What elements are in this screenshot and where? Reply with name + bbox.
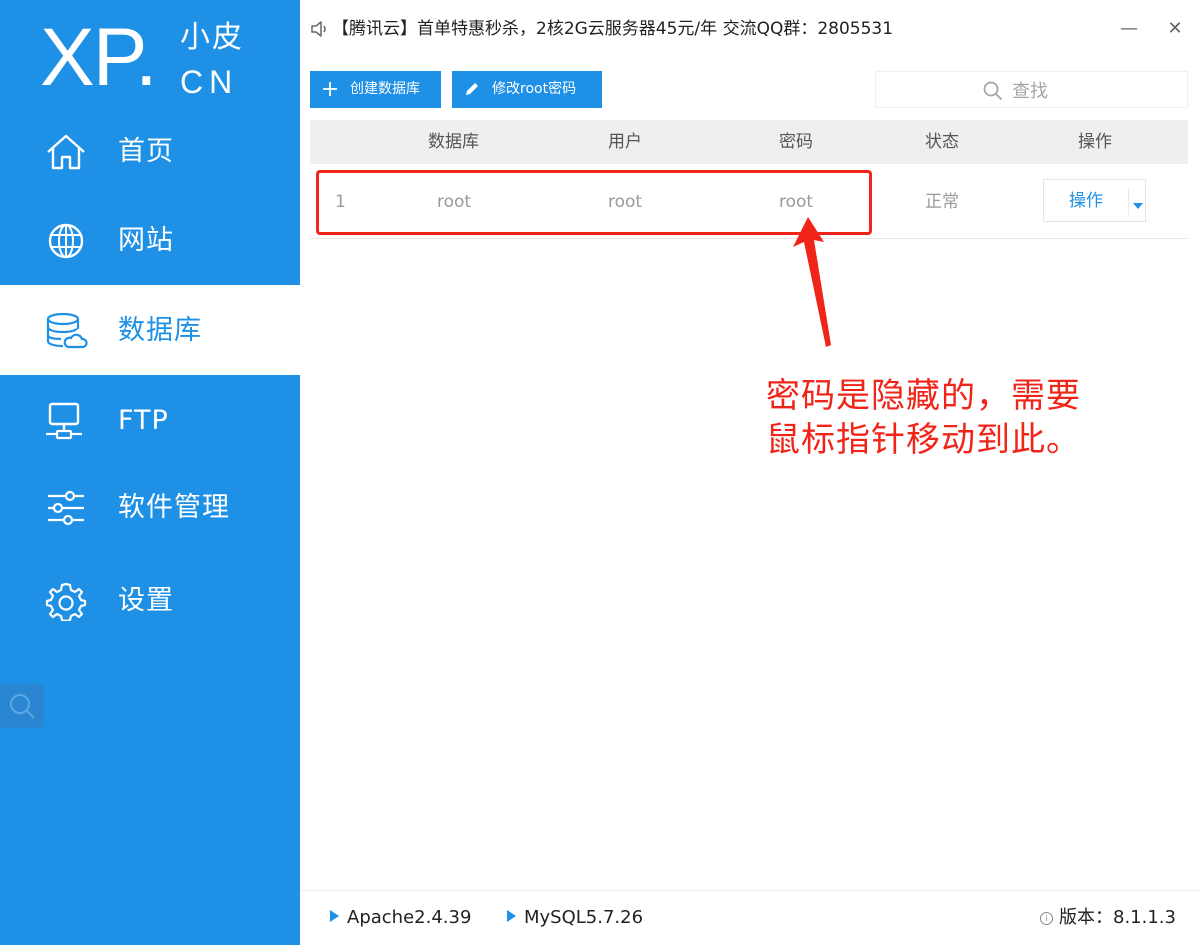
- play-icon: [330, 910, 339, 922]
- table-header: 数据库 用户 密码 状态 操作: [310, 120, 1188, 164]
- sidebar-item-software[interactable]: 软件管理: [0, 462, 300, 552]
- apache-version: Apache2.4.39: [347, 907, 472, 928]
- annotation-note: 密码是隐藏的，需要 鼠标指针移动到此。: [766, 374, 1126, 462]
- sidebar-item-label: 设置: [118, 585, 174, 616]
- mysql-version: MySQL5.7.26: [524, 907, 644, 928]
- status-bar: Apache2.4.39 MySQL5.7.26 i 版本：8.1.1.3: [300, 890, 1200, 946]
- action-divider: [1128, 188, 1129, 215]
- pencil-icon: [466, 83, 478, 95]
- row-action-label: 操作: [1069, 191, 1103, 211]
- minimize-button[interactable]: —: [1116, 16, 1142, 42]
- gear-icon: [45, 582, 87, 621]
- sidebar-search-button[interactable]: [0, 684, 44, 728]
- search-icon: [10, 694, 35, 719]
- plus-icon: [323, 82, 337, 96]
- sidebar-item-label: 首页: [118, 136, 174, 167]
- sidebar: XP. 小皮 CN 首页 网站 数据库 FTP 软件管理 设置: [0, 0, 300, 945]
- sidebar-item-label: 数据库: [118, 315, 202, 346]
- info-icon: i: [1040, 912, 1053, 925]
- app-version: i 版本：8.1.1.3: [1040, 905, 1176, 931]
- sidebar-item-websites[interactable]: 网站: [0, 195, 300, 285]
- sidebar-item-label: 网站: [118, 225, 174, 256]
- column-header-password: 密码: [779, 132, 813, 152]
- sidebar-item-label: 软件管理: [118, 492, 230, 523]
- annotation-highlight-box: [316, 170, 872, 235]
- sliders-icon: [48, 490, 84, 526]
- annotation-line-1: 密码是隐藏的，需要: [766, 376, 1081, 416]
- change-root-password-label: 修改root密码: [492, 81, 577, 97]
- create-database-button[interactable]: 创建数据库: [310, 71, 441, 108]
- sidebar-item-ftp[interactable]: FTP: [0, 375, 300, 465]
- announcement-link[interactable]: 【腾讯云】首单特惠秒杀，2核2G云服务器45元/年 交流QQ群：2805531: [332, 16, 893, 42]
- row-action-dropdown[interactable]: 操作: [1043, 179, 1146, 222]
- home-icon: [47, 134, 85, 170]
- column-header-user: 用户: [608, 132, 642, 152]
- status-cell: 正常: [925, 192, 959, 212]
- sidebar-item-home[interactable]: 首页: [0, 106, 300, 196]
- logo-mark: XP.: [40, 12, 158, 103]
- server-icon: [46, 402, 82, 440]
- search-box: [875, 71, 1188, 108]
- search-input[interactable]: [1010, 76, 1174, 106]
- globe-icon: [48, 223, 84, 259]
- title-bar: 【腾讯云】首单特惠秒杀，2核2G云服务器45元/年 交流QQ群：2805531 …: [300, 0, 1200, 60]
- mysql-status[interactable]: MySQL5.7.26: [507, 905, 643, 931]
- speaker-icon: [311, 21, 326, 37]
- logo-domain: CN: [180, 64, 239, 100]
- close-button[interactable]: ✕: [1162, 16, 1188, 42]
- change-root-password-button[interactable]: 修改root密码: [452, 71, 602, 108]
- version-number: 8.1.1.3: [1113, 907, 1176, 928]
- apache-status[interactable]: Apache2.4.39: [330, 905, 471, 931]
- sidebar-item-database[interactable]: 数据库: [0, 285, 300, 375]
- search-icon: [983, 81, 1003, 101]
- column-header-database: 数据库: [428, 132, 479, 152]
- column-header-actions: 操作: [1078, 132, 1112, 152]
- caret-down-icon[interactable]: [1133, 203, 1143, 209]
- app-logo: XP. 小皮 CN: [40, 8, 270, 108]
- logo-chinese-name: 小皮: [180, 20, 244, 55]
- sidebar-item-settings[interactable]: 设置: [0, 555, 300, 645]
- annotation-line-2: 鼠标指针移动到此。: [766, 420, 1081, 460]
- sidebar-item-label: FTP: [118, 405, 169, 436]
- database-icon: [46, 312, 88, 349]
- annotation-arrow: [793, 217, 831, 347]
- create-database-label: 创建数据库: [350, 81, 420, 97]
- play-icon: [507, 910, 516, 922]
- version-label: 版本：: [1059, 907, 1113, 928]
- column-header-status: 状态: [925, 132, 959, 152]
